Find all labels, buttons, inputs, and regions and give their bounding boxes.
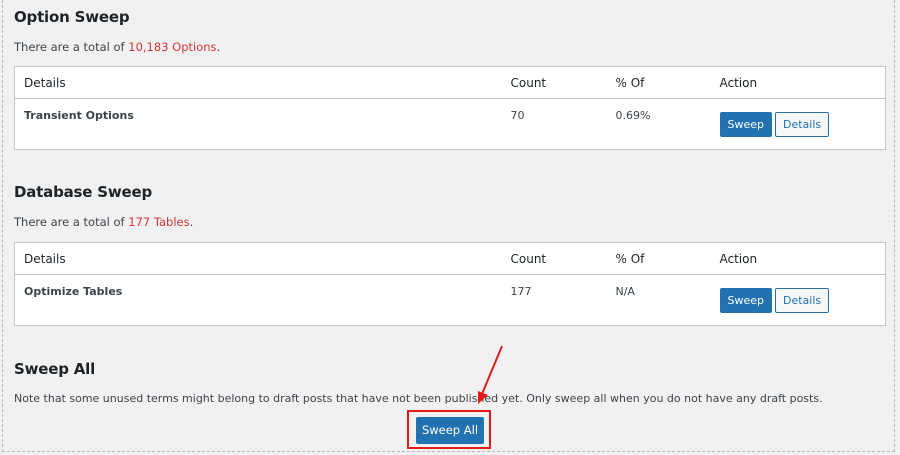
annotation-arrow-icon — [478, 345, 503, 404]
